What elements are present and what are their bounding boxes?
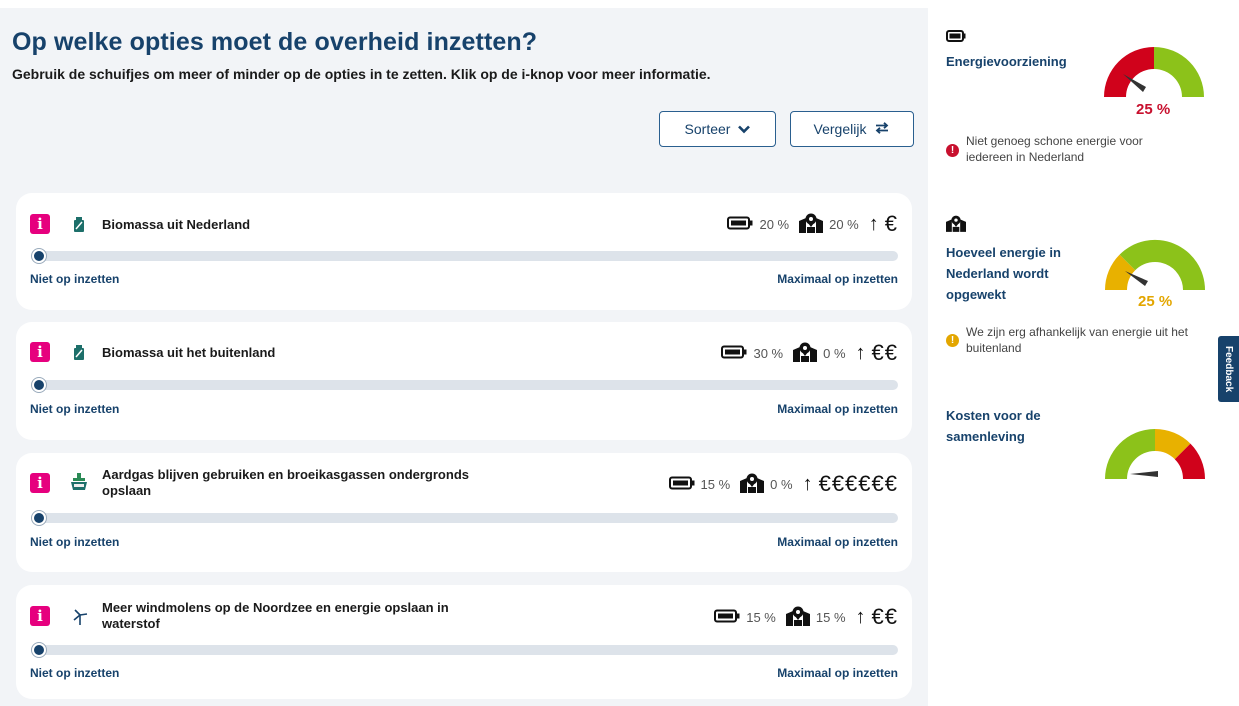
option-metrics: 30 % 0 % ↑ €€ xyxy=(721,340,898,366)
battery-icon xyxy=(721,345,747,362)
slider-track[interactable] xyxy=(32,380,898,390)
min-label: Niet op inzetten xyxy=(30,402,120,416)
compare-button[interactable]: Vergelijk xyxy=(790,111,914,147)
note-line: buitenland xyxy=(966,341,1022,355)
slider-track[interactable] xyxy=(32,251,898,261)
costs-title: Kosten voor de samenleving xyxy=(946,405,1041,447)
costs-gauge xyxy=(1105,428,1206,479)
battery-icon xyxy=(714,609,740,626)
info-button[interactable]: i xyxy=(30,342,50,362)
note-line: We zijn erg afhankelijk van energie uit … xyxy=(966,325,1188,339)
option-card: i Aardgas blijven gebruiken en broeikasg… xyxy=(16,453,912,572)
max-label: Maximaal op inzetten xyxy=(777,272,898,286)
energy-production-value: 25 % xyxy=(1138,293,1173,310)
slider-track[interactable] xyxy=(32,513,898,523)
max-label: Maximaal op inzetten xyxy=(777,402,898,416)
min-label: Niet op inzetten xyxy=(30,272,120,286)
energy-percentage: 30 % xyxy=(753,345,784,361)
page-title: Op welke opties moet de overheid inzette… xyxy=(12,28,538,56)
slider-handle[interactable] xyxy=(32,511,46,525)
chevron-down-icon xyxy=(738,121,751,137)
title-line: Hoeveel energie in xyxy=(946,245,1061,260)
map-pin-icon xyxy=(740,473,765,496)
arrow-up-icon: ↑ xyxy=(868,212,879,235)
energy-supply-value: 25 % xyxy=(1136,101,1171,118)
energy-production-note: We zijn erg afhankelijk van energie uit … xyxy=(966,324,1188,356)
map-pin-icon xyxy=(946,215,966,237)
energy-production-gauge xyxy=(1104,239,1206,290)
gas-storage-icon xyxy=(70,473,88,490)
info-button[interactable]: i xyxy=(30,473,50,493)
land-percentage: 0 % xyxy=(770,476,793,492)
map-pin-icon xyxy=(785,606,810,629)
wind-turbine-icon xyxy=(72,609,88,625)
option-title-line: Aardgas blijven gebruiken en broeikasgas… xyxy=(102,467,469,482)
cost-indicator: €€ xyxy=(871,604,898,629)
energy-percentage: 15 % xyxy=(746,609,776,625)
energy-supply-title: Energievoorziening xyxy=(946,54,1067,69)
cost-indicator: €€ xyxy=(871,340,898,365)
option-title-line: opslaan xyxy=(102,483,152,498)
title-line: opgewekt xyxy=(946,287,1006,302)
title-line: Nederland wordt xyxy=(946,266,1049,281)
feedback-tab[interactable]: Feedback xyxy=(1218,336,1239,402)
land-percentage: 0 % xyxy=(823,345,846,361)
title-line: Kosten voor de xyxy=(946,408,1041,423)
min-label: Niet op inzetten xyxy=(30,535,120,549)
energy-production-title: Hoeveel energie in Nederland wordt opgew… xyxy=(946,242,1061,305)
biomass-icon xyxy=(72,217,86,233)
slider-handle[interactable] xyxy=(32,378,46,392)
energy-supply-note: Niet genoeg schone energie voor iedereen… xyxy=(966,133,1143,165)
option-card: i Biomassa uit Nederland 20 % 20 % ↑ € N… xyxy=(16,193,912,310)
option-title: Aardgas blijven gebruiken en broeikasgas… xyxy=(102,467,469,499)
option-card: i Meer windmolens op de Noordzee en ener… xyxy=(16,585,912,699)
sort-label: Sorteer xyxy=(684,121,731,137)
info-button[interactable]: i xyxy=(30,214,50,234)
title-line: samenleving xyxy=(946,429,1025,444)
warning-icon: ! xyxy=(946,334,959,347)
slider-handle[interactable] xyxy=(32,249,46,263)
sort-button[interactable]: Sorteer xyxy=(659,111,776,147)
max-label: Maximaal op inzetten xyxy=(777,535,898,549)
arrow-up-icon: ↑ xyxy=(802,472,813,495)
land-percentage: 20 % xyxy=(829,216,859,232)
max-label: Maximaal op inzetten xyxy=(777,666,898,680)
option-card: i Biomassa uit het buitenland 30 % 0 % ↑… xyxy=(16,322,912,440)
arrow-up-icon: ↑ xyxy=(855,605,866,628)
energy-supply-gauge xyxy=(1104,47,1204,97)
cost-indicator: €€€€€€ xyxy=(818,471,898,496)
swap-arrows-icon xyxy=(874,121,890,137)
option-title: Meer windmolens op de Noordzee en energi… xyxy=(102,600,449,632)
slider-track[interactable] xyxy=(32,645,898,655)
page-subtitle: Gebruik de schuifjes om meer of minder o… xyxy=(12,66,711,82)
arrow-up-icon: ↑ xyxy=(855,341,866,364)
energy-percentage: 15 % xyxy=(700,476,731,492)
land-percentage: 15 % xyxy=(815,609,846,625)
energy-percentage: 20 % xyxy=(759,216,790,232)
slider-handle[interactable] xyxy=(32,643,46,657)
battery-icon xyxy=(727,216,753,233)
map-pin-icon xyxy=(793,342,818,365)
info-button[interactable]: i xyxy=(30,606,50,626)
note-line: iedereen in Nederland xyxy=(966,150,1085,164)
option-metrics: 15 % 15 % ↑ €€ xyxy=(714,604,898,630)
compare-label: Vergelijk xyxy=(813,121,867,137)
option-title: Biomassa uit Nederland xyxy=(102,217,251,232)
battery-icon xyxy=(946,29,966,47)
top-bar xyxy=(0,0,928,8)
biomass-icon xyxy=(72,345,86,361)
option-metrics: 15 % 0 % ↑ €€€€€€ xyxy=(668,471,898,497)
option-title-line: waterstof xyxy=(102,616,160,631)
option-title-line: Meer windmolens op de Noordzee en energi… xyxy=(102,600,449,615)
min-label: Niet op inzetten xyxy=(30,666,120,680)
error-icon: ! xyxy=(946,144,959,157)
map-pin-icon xyxy=(799,213,824,236)
note-line: Niet genoeg schone energie voor xyxy=(966,134,1143,148)
option-metrics: 20 % 20 % ↑ € xyxy=(727,211,898,237)
cost-indicator: € xyxy=(884,211,898,236)
option-title: Biomassa uit het buitenland xyxy=(102,345,276,360)
battery-icon xyxy=(668,476,695,493)
options-panel: Op welke opties moet de overheid inzette… xyxy=(0,0,928,706)
